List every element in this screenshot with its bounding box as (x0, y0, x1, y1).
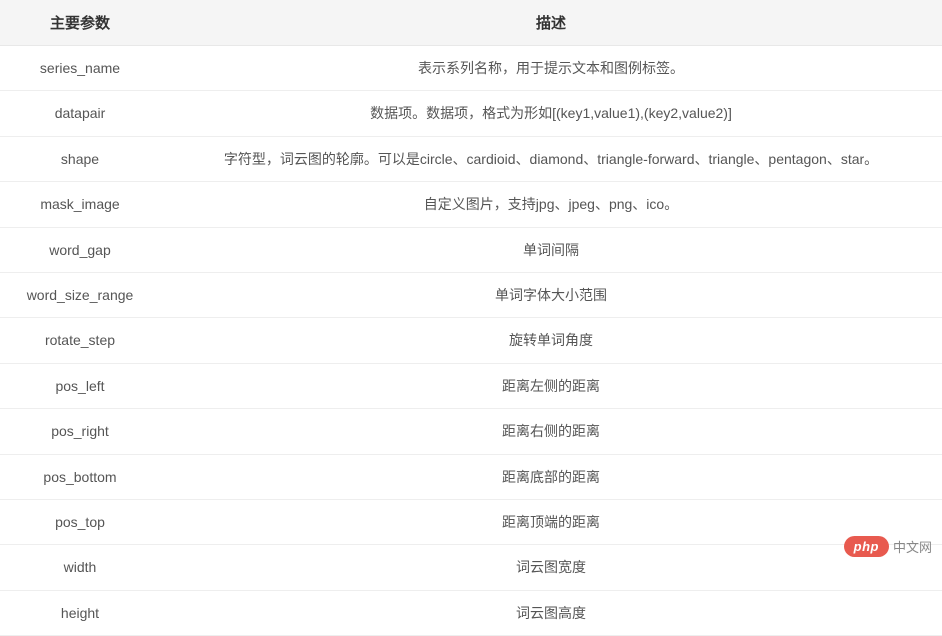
table-row: word_gap 单词间隔 (0, 227, 942, 272)
cell-desc: 表示系列名称，用于提示文本和图例标签。 (160, 46, 942, 91)
cell-param: word_size_range (0, 272, 160, 317)
cell-desc: 单词间隔 (160, 227, 942, 272)
table-row: pos_bottom 距离底部的距离 (0, 454, 942, 499)
table-header-row: 主要参数 描述 (0, 0, 942, 46)
cell-param: word_gap (0, 227, 160, 272)
header-param: 主要参数 (0, 0, 160, 46)
table-row: series_name 表示系列名称，用于提示文本和图例标签。 (0, 46, 942, 91)
cell-desc: 旋转单词角度 (160, 318, 942, 363)
table-row: pos_left 距离左侧的距离 (0, 363, 942, 408)
cell-desc: 单词字体大小范围 (160, 272, 942, 317)
cell-param: pos_right (0, 409, 160, 454)
table-row: word_size_range 单词字体大小范围 (0, 272, 942, 317)
cell-param: pos_left (0, 363, 160, 408)
watermark-text: 中文网 (893, 537, 932, 556)
cell-param: datapair (0, 91, 160, 136)
cell-desc: 词云图高度 (160, 590, 942, 635)
cell-desc: 词云图宽度 (160, 545, 942, 590)
table-row: pos_top 距离顶端的距离 (0, 499, 942, 544)
cell-param: width (0, 545, 160, 590)
table-row: datapair 数据项。数据项，格式为形如[(key1,value1),(ke… (0, 91, 942, 136)
cell-param: height (0, 590, 160, 635)
watermark: php 中文网 (844, 536, 932, 557)
cell-param: pos_bottom (0, 454, 160, 499)
cell-desc: 数据项。数据项，格式为形如[(key1,value1),(key2,value2… (160, 91, 942, 136)
cell-desc: 字符型，词云图的轮廓。可以是circle、cardioid、diamond、tr… (160, 136, 942, 181)
header-desc: 描述 (160, 0, 942, 46)
table-row: height 词云图高度 (0, 590, 942, 635)
cell-desc: 距离右侧的距离 (160, 409, 942, 454)
table-row: pos_right 距离右侧的距离 (0, 409, 942, 454)
table-row: width 词云图宽度 (0, 545, 942, 590)
cell-desc: 距离底部的距离 (160, 454, 942, 499)
cell-desc: 距离左侧的距离 (160, 363, 942, 408)
cell-param: pos_top (0, 499, 160, 544)
table-row: mask_image 自定义图片，支持jpg、jpeg、png、ico。 (0, 182, 942, 227)
cell-param: series_name (0, 46, 160, 91)
params-table: 主要参数 描述 series_name 表示系列名称，用于提示文本和图例标签。 … (0, 0, 942, 636)
table-row: rotate_step 旋转单词角度 (0, 318, 942, 363)
watermark-badge: php (844, 536, 889, 557)
cell-param: rotate_step (0, 318, 160, 363)
table-row: shape 字符型，词云图的轮廓。可以是circle、cardioid、diam… (0, 136, 942, 181)
cell-param: shape (0, 136, 160, 181)
cell-desc: 距离顶端的距离 (160, 499, 942, 544)
cell-param: mask_image (0, 182, 160, 227)
cell-desc: 自定义图片，支持jpg、jpeg、png、ico。 (160, 182, 942, 227)
